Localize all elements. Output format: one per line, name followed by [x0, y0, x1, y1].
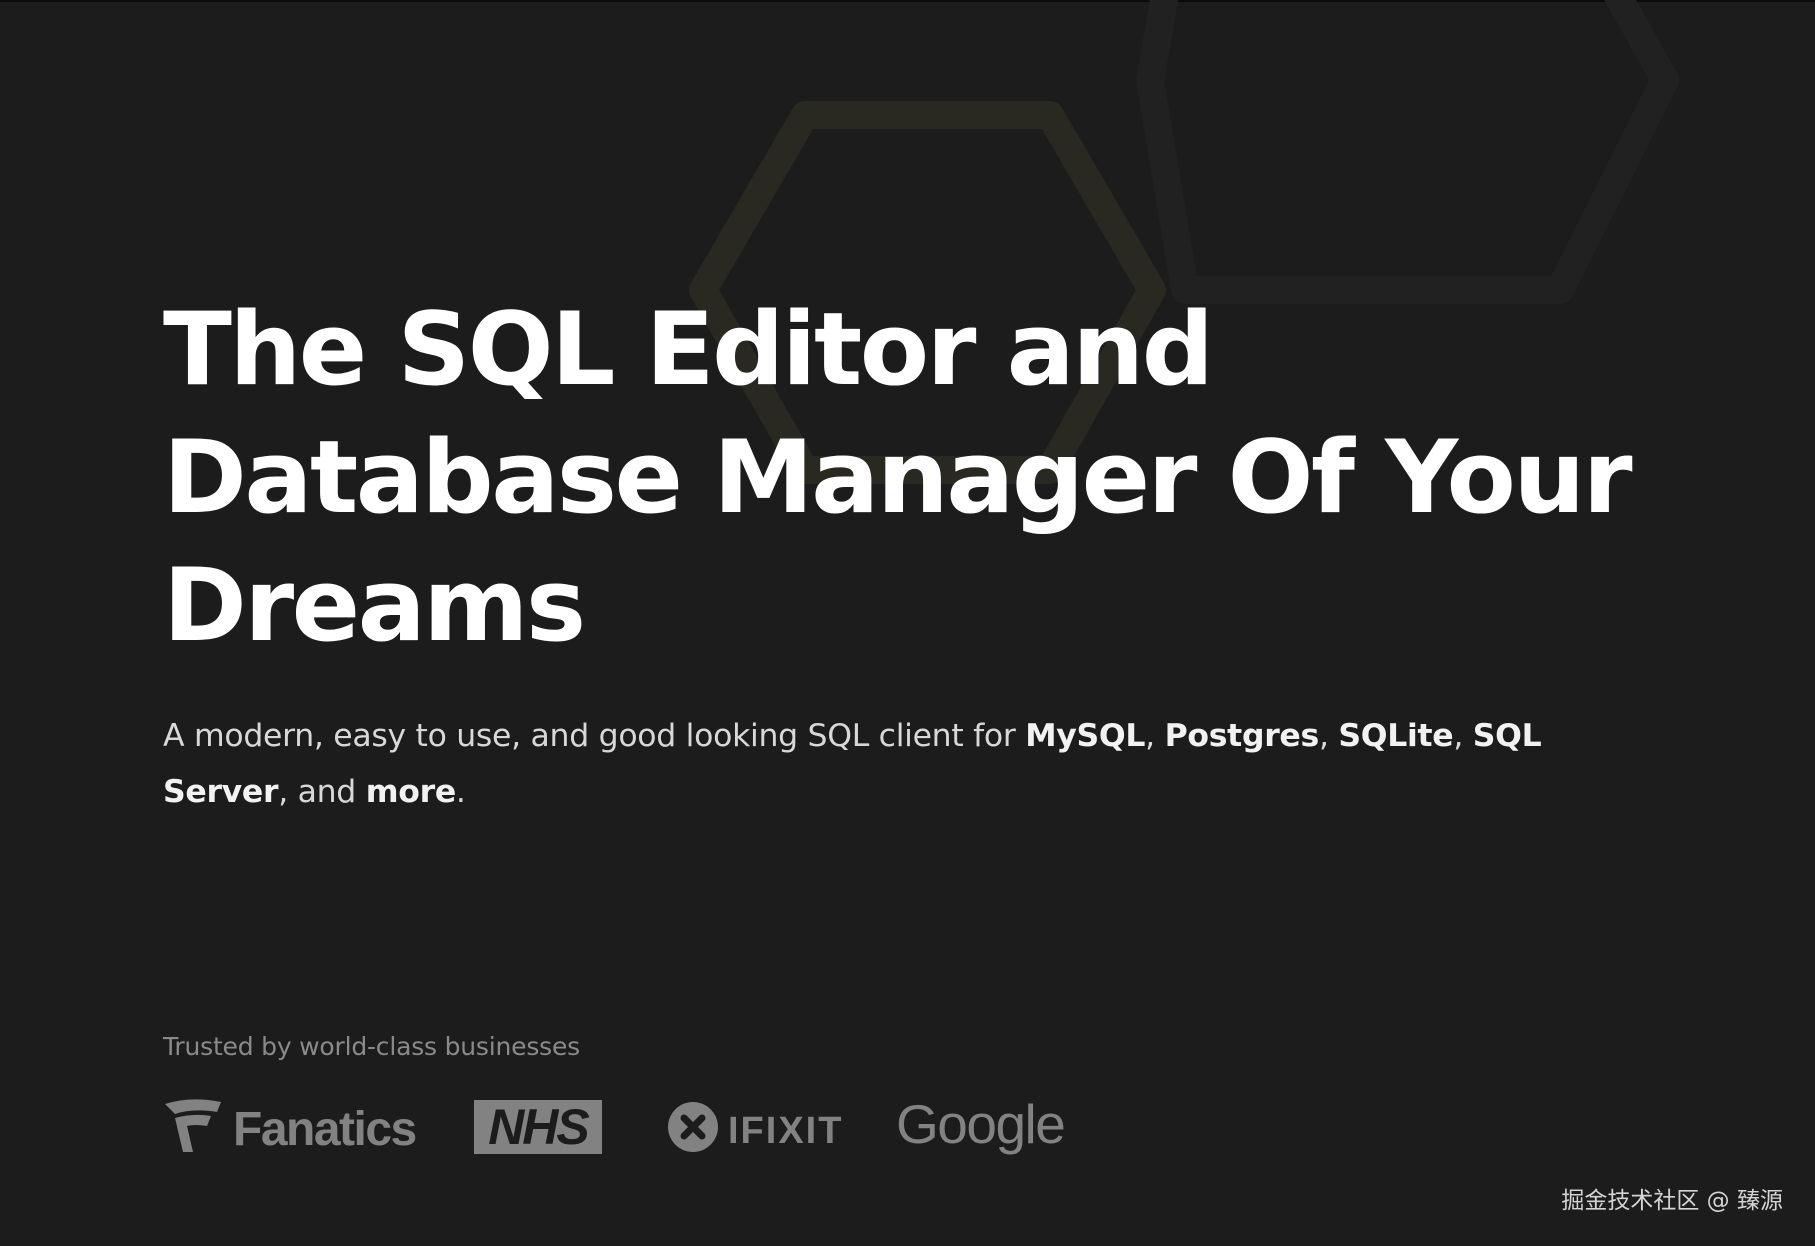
fanatics-wordmark: Fanatics: [233, 1103, 417, 1156]
db-sqlite-label: SQLite: [1338, 718, 1454, 754]
more-databases-label: more: [365, 774, 456, 810]
subtitle-suffix: .: [455, 774, 466, 810]
google-wordmark: Google: [896, 1093, 1066, 1155]
subtitle-separator: ,: [1145, 718, 1165, 754]
hero-subtitle: A modern, easy to use, and good looking …: [163, 708, 1633, 820]
db-postgres-label: Postgres: [1164, 718, 1320, 754]
subtitle-separator: ,: [1453, 718, 1473, 754]
hero-title-line-2: Database Manager Of Your: [163, 418, 1633, 536]
nhs-logo: NHS: [474, 1100, 602, 1154]
fanatics-logo: Fanatics: [163, 1098, 417, 1158]
fanatics-flag-icon: [165, 1099, 221, 1152]
nhs-wordmark: NHS: [488, 1099, 590, 1155]
hero-title-line-1: The SQL Editor and: [163, 290, 1214, 408]
ifixit-logo: IFIXIT: [666, 1100, 841, 1156]
db-mysql-label: MySQL: [1025, 718, 1146, 754]
subtitle-separator: , and: [278, 774, 366, 810]
ifixit-x-icon: [668, 1102, 718, 1152]
subtitle-prefix: A modern, easy to use, and good looking …: [163, 718, 1026, 754]
google-logo: Google: [896, 1092, 1066, 1156]
hero-title: The SQL Editor and Database Manager Of Y…: [163, 285, 1723, 669]
ifixit-wordmark: IFIXIT: [728, 1110, 844, 1152]
trusted-by-label: Trusted by world-class businesses: [163, 1032, 580, 1061]
hexagon-outline-right: [1136, 0, 1679, 304]
subtitle-separator: ,: [1318, 718, 1339, 754]
hero-title-line-3: Dreams: [163, 546, 586, 664]
watermark: 掘金技术社区 @ 臻源: [1561, 1188, 1783, 1214]
